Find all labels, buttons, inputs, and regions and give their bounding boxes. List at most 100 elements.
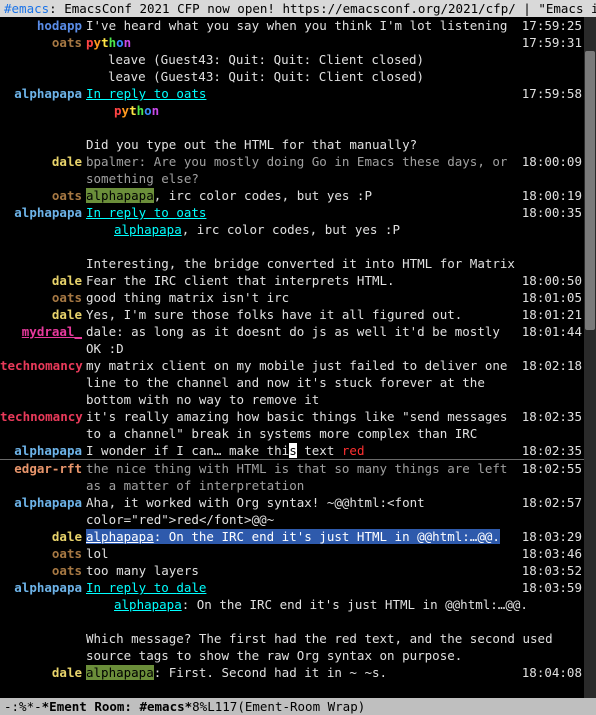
message-text: I wonder if I can… make this text red (86, 442, 516, 459)
chat-area[interactable]: hodapp I've heard what you say when you t… (0, 17, 584, 698)
timestamp: 18:03:52 (522, 563, 582, 578)
message-row: oats python 17:59:31 (0, 34, 584, 51)
message-text: In reply to oats (86, 204, 516, 221)
timestamp: 18:02:35 (522, 443, 582, 458)
message-text: I've heard what you say when you think I… (86, 17, 516, 34)
system-message: leave (Guest43: Quit: Quit: Client close… (0, 68, 584, 85)
message-row: oats good thing matrix isn't irc 18:01:05 (0, 289, 584, 306)
reply-link[interactable]: In reply to oats (86, 205, 206, 220)
message-text: dale: as long as it doesnt do js as well… (86, 323, 516, 357)
message-row: dale bpalmer: Are you mostly doing Go in … (0, 153, 584, 187)
modeline-line: L117 (207, 698, 237, 715)
timestamp: 18:04:08 (522, 665, 582, 680)
nick[interactable]: technomancy (0, 358, 83, 373)
message-text: alphapapa: On the IRC end it's just HTML… (86, 528, 516, 545)
mention[interactable]: alphapapa (86, 188, 154, 203)
nick[interactable]: alphapapa (14, 205, 82, 220)
message-text: Yes, I'm sure those folks have it all fi… (86, 306, 516, 323)
timestamp: 18:02:57 (522, 495, 582, 510)
message-row: dale Fear the IRC client that interprets … (0, 272, 584, 289)
timestamp: 18:01:21 (522, 307, 582, 322)
mention[interactable]: alphapapa: On the IRC end it's just HTML… (86, 529, 500, 544)
nick[interactable]: dale (52, 273, 82, 288)
message-text: alphapapa, irc color codes, but yes :P (86, 187, 516, 204)
nick[interactable]: alphapapa (14, 495, 82, 510)
scrollbar[interactable] (584, 17, 596, 698)
message-row: oats too many layers 18:03:52 (0, 562, 584, 579)
reply-link[interactable]: In reply to dale (86, 580, 206, 595)
mention[interactable]: alphapapa (86, 665, 154, 680)
nick[interactable]: oats (52, 188, 82, 203)
nick[interactable]: alphapapa (14, 580, 82, 595)
message-text: it's really amazing how basic things lik… (86, 408, 516, 442)
timestamp: 18:02:35 (522, 409, 582, 424)
message-text: my matrix client on my mobile just faile… (86, 357, 516, 408)
text-cursor: s (289, 443, 297, 458)
message-row: oatslol18:03:46 (0, 545, 584, 562)
message-row: mydraal_ dale: as long as it doesnt do js… (0, 323, 584, 357)
message-row: dale alphapapa: First. Second had it in ~… (0, 664, 584, 681)
message-text: good thing matrix isn't irc (86, 289, 516, 306)
message-text: Aha, it worked with Org syntax! ~@@html:… (86, 494, 516, 528)
nick[interactable]: dale (52, 665, 82, 680)
timestamp: 18:03:46 (522, 546, 582, 561)
timestamp: 18:03:29 (522, 529, 582, 544)
timestamp: 18:01:44 (522, 324, 582, 339)
scrollbar-thumb[interactable] (585, 51, 595, 330)
timestamp: 17:59:31 (522, 35, 582, 50)
nick[interactable]: dale (52, 529, 82, 544)
quoted-mention[interactable]: alphapapa (114, 222, 182, 237)
timestamp: 18:03:59 (522, 580, 582, 595)
message-row: dale alphapapa: On the IRC end it's just … (0, 528, 584, 545)
message-row: technomancyit's really amazing how basic… (0, 408, 584, 442)
reply-link[interactable]: In reply to oats (86, 86, 206, 101)
channel-name: #emacs (4, 1, 49, 16)
nick[interactable]: dale (52, 154, 82, 169)
nick[interactable]: mydraal_ (22, 324, 82, 339)
nick[interactable]: oats (52, 290, 82, 305)
nick[interactable]: dale (52, 307, 82, 322)
nick[interactable]: hodapp (37, 18, 82, 33)
header-bar: #emacs: EmacsConf 2021 CFP now open! htt… (0, 0, 596, 17)
modeline-buffer: *Ement Room: #emacs* (42, 698, 193, 715)
mode-line: -:%*- *Ement Room: #emacs* 8% L117 (Emen… (0, 698, 596, 715)
message-row: alphapapa In reply to dale 18:03:59 (0, 579, 584, 596)
modeline-percent: 8% (192, 698, 207, 715)
message-text: python (86, 34, 516, 51)
nick[interactable]: technomancy (0, 409, 83, 424)
message-row: oats alphapapa, irc color codes, but yes … (0, 187, 584, 204)
message-row: alphapapa I wonder if I can… make this te… (0, 442, 584, 459)
timestamp: 18:00:35 (522, 205, 582, 220)
message-row: dale Yes, I'm sure those folks have it al… (0, 306, 584, 323)
nick[interactable]: oats (52, 35, 82, 50)
timestamp: 18:00:09 (522, 154, 582, 169)
message-text: In reply to dale (86, 579, 516, 596)
timestamp: 17:59:25 (522, 18, 582, 33)
modeline-left: -:%*- (4, 698, 42, 715)
timestamp: 18:01:05 (522, 290, 582, 305)
header-topic: : EmacsConf 2021 CFP now open! https://e… (49, 1, 596, 16)
nick[interactable]: alphapapa (14, 443, 82, 458)
message-row: hodapp I've heard what you say when you t… (0, 17, 584, 34)
message-row: alphapapa In reply to oats 17:59:58 (0, 85, 584, 102)
message-text: bpalmer: Are you mostly doing Go in Emac… (86, 153, 516, 187)
nick[interactable]: alphapapa (14, 86, 82, 101)
message-text: Fear the IRC client that interprets HTML… (86, 272, 516, 289)
timestamp: 18:00:50 (522, 273, 582, 288)
system-message: leave (Guest43: Quit: Quit: Client close… (0, 51, 584, 68)
quoted-mention[interactable]: alphapapa (114, 597, 182, 612)
message-row: edgar-rft the nice thing with HTML is tha… (0, 460, 584, 494)
timestamp: 18:02:18 (522, 358, 582, 373)
message-text: the nice thing with HTML is that so many… (86, 460, 516, 494)
timestamp: 17:59:58 (522, 86, 582, 101)
timestamp: 18:02:55 (522, 461, 582, 476)
message-text: too many layers (86, 562, 516, 579)
message-row: alphapapa In reply to oats 18:00:35 (0, 204, 584, 221)
nick[interactable]: oats (52, 563, 82, 578)
nick[interactable]: edgar-rft (14, 461, 82, 476)
message-row: alphapapa Aha, it worked with Org syntax!… (0, 494, 584, 528)
message-text: alphapapa: First. Second had it in ~ ~s. (86, 664, 516, 681)
message-row: technomancymy matrix client on my mobile… (0, 357, 584, 408)
timestamp: 18:00:19 (522, 188, 582, 203)
nick[interactable]: oats (52, 546, 82, 561)
